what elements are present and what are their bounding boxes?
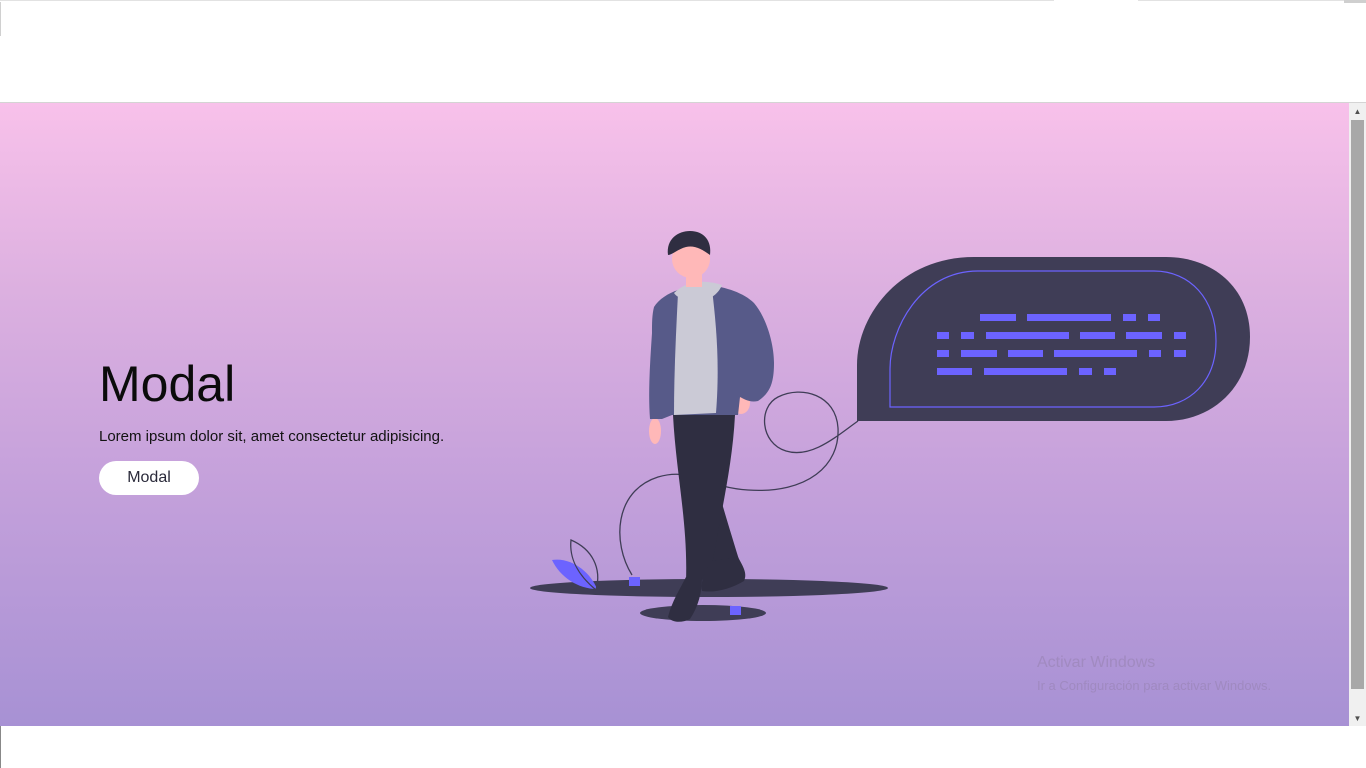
hero-section: Modal Lorem ipsum dolor sit, amet consec… — [0, 103, 1349, 726]
scroll-down-icon[interactable]: ▼ — [1349, 710, 1366, 726]
navbar-white-strip — [1054, 0, 1138, 3]
top-navbar — [0, 0, 1366, 102]
page-frame: Modal Lorem ipsum dolor sit, amet consec… — [0, 102, 1366, 726]
bottom-left-edge — [0, 726, 1, 768]
scroll-thumb[interactable] — [1351, 120, 1364, 689]
navbar-right-edge — [1344, 0, 1366, 3]
person-speech-bubble-illustration — [530, 231, 1250, 622]
person-shirt — [674, 289, 718, 415]
scroll-up-icon[interactable]: ▲ — [1349, 103, 1366, 119]
person-hand-left — [649, 418, 661, 444]
vertical-scrollbar[interactable]: ▲ ▼ — [1349, 103, 1366, 726]
watermark-subtitle: Ir a Configuración para activar Windows. — [1037, 678, 1272, 693]
activation-watermark: Activar Windows Ir a Configuración para … — [1037, 653, 1271, 699]
modal-button[interactable]: Modal — [99, 461, 199, 495]
ground-shadow-small — [640, 605, 766, 621]
hero-text: Lorem ipsum dolor sit, amet consectetur … — [99, 428, 445, 445]
accent-square — [629, 577, 640, 586]
hero-title: Modal — [99, 356, 236, 412]
person-figure — [649, 231, 774, 622]
watermark-title: Activar Windows — [1037, 654, 1156, 671]
accent-square — [730, 606, 741, 615]
navbar-left-edge — [0, 2, 1, 36]
